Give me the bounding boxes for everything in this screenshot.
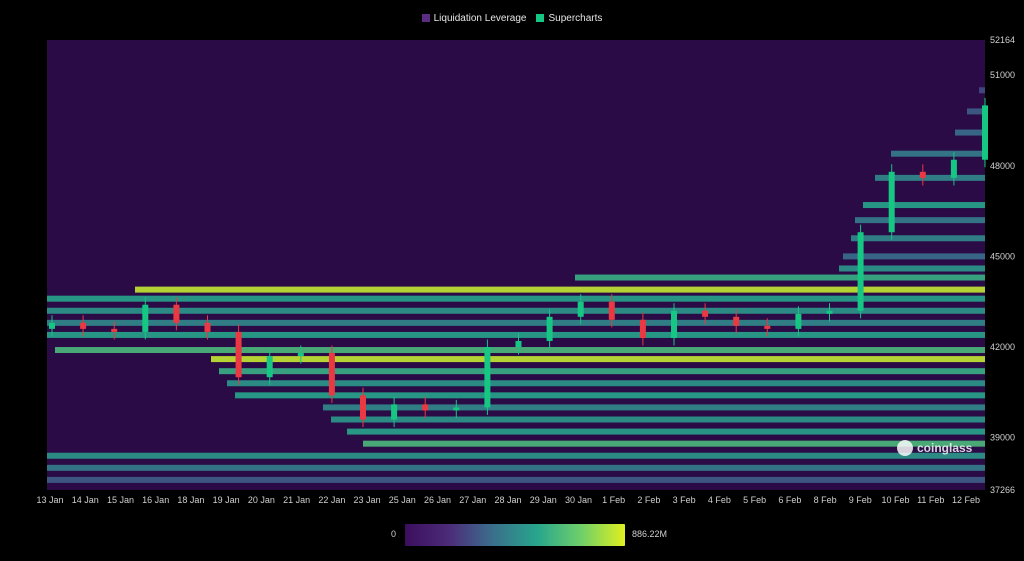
candle-body <box>515 340 522 348</box>
candle-body <box>950 159 957 178</box>
liquidation-band <box>47 464 985 471</box>
liquidation-band <box>211 356 985 363</box>
colorbar-max-label: 886.22M <box>632 529 668 539</box>
colorbar <box>405 524 625 546</box>
candle-body <box>360 395 366 420</box>
candle-body <box>80 322 87 329</box>
candle-body <box>328 353 335 396</box>
x-tick-label: 9 Feb <box>849 495 872 505</box>
x-tick-label: 2 Feb <box>637 495 660 505</box>
liquidation-band <box>363 440 985 447</box>
candle-body <box>733 316 740 326</box>
x-tick-label: 15 Jan <box>107 495 134 505</box>
candle-body <box>391 404 398 420</box>
y-tick-label: 45000 <box>990 251 1015 261</box>
candle-body <box>888 171 895 233</box>
x-tick-label: 23 Jan <box>354 495 381 505</box>
liquidation-band <box>47 307 985 314</box>
liquidation-band <box>55 347 985 354</box>
x-tick-label: 10 Feb <box>882 495 910 505</box>
x-tick-label: 1 Feb <box>602 495 625 505</box>
liquidation-band <box>47 452 985 459</box>
liquidation-heatmap-chart: 37266 39000 42000 45000 48000 51000 52164 13 J… <box>36 35 1015 505</box>
candle-body <box>919 171 926 178</box>
coinglass-logo-icon <box>897 440 913 456</box>
liquidation-band <box>331 416 985 423</box>
liquidation-band <box>843 253 985 260</box>
candle-body <box>546 316 553 341</box>
liquidation-band <box>47 319 985 326</box>
candle-body <box>204 322 211 332</box>
y-tick-label: 48000 <box>990 161 1015 171</box>
y-tick-label: 52164 <box>990 35 1015 45</box>
x-tick-label: 8 Feb <box>814 495 837 505</box>
coinglass-watermark: coinglass <box>897 440 972 456</box>
x-tick-label: 29 Jan <box>530 495 557 505</box>
candle-body <box>764 325 771 329</box>
x-tick-label: 4 Feb <box>708 495 731 505</box>
candle-body <box>235 331 242 378</box>
candle-body <box>982 105 988 160</box>
y-tick-label: 37266 <box>990 485 1015 495</box>
liquidation-band <box>851 235 985 242</box>
liquidation-band <box>47 295 985 302</box>
candle-body <box>142 304 149 332</box>
candle-body <box>49 322 55 329</box>
liquidation-band <box>235 392 985 399</box>
x-tick-label: 16 Jan <box>142 495 169 505</box>
candle-body <box>639 319 646 338</box>
x-tick-label: 18 Jan <box>177 495 204 505</box>
x-tick-label: 30 Jan <box>565 495 592 505</box>
liquidation-band <box>955 129 985 136</box>
liquidation-band <box>891 150 985 157</box>
candle-body <box>795 313 802 329</box>
x-tick-label: 26 Jan <box>424 495 451 505</box>
x-axis-ticks: 13 Jan 14 Jan 15 Jan 16 Jan 18 Jan 19 Jan 20 J… <box>36 495 980 505</box>
liquidation-band <box>347 428 985 435</box>
candle-body <box>297 353 304 357</box>
x-tick-label: 14 Jan <box>72 495 99 505</box>
x-tick-label: 25 Jan <box>389 495 416 505</box>
candle-body <box>577 301 584 317</box>
x-tick-label: 21 Jan <box>283 495 310 505</box>
candle-body <box>671 310 677 338</box>
y-tick-label: 39000 <box>990 433 1015 443</box>
liquidation-band <box>227 380 985 387</box>
candle-body <box>111 328 118 332</box>
x-tick-label: 11 Feb <box>917 495 944 505</box>
x-tick-label: 6 Feb <box>778 495 801 505</box>
candle-body <box>173 304 180 323</box>
liquidation-band <box>47 331 985 338</box>
x-tick-label: 13 Jan <box>36 495 63 505</box>
candle-body <box>453 407 460 411</box>
candle-body <box>422 404 429 411</box>
liquidation-band <box>855 217 985 224</box>
candle-body <box>608 301 615 320</box>
liquidation-band <box>863 202 985 209</box>
candle-body <box>484 347 491 408</box>
x-tick-label: 5 Feb <box>743 495 766 505</box>
x-tick-label: 19 Jan <box>213 495 240 505</box>
x-tick-label: 3 Feb <box>673 495 696 505</box>
liquidation-band <box>979 87 985 94</box>
y-tick-label: 42000 <box>990 342 1015 352</box>
x-tick-label: 12 Feb <box>952 495 980 505</box>
x-tick-label: 22 Jan <box>318 495 345 505</box>
watermark-text: coinglass <box>917 441 973 455</box>
y-axis-ticks: 37266 39000 42000 45000 48000 51000 52164 <box>990 35 1015 495</box>
liquidation-band <box>47 476 985 483</box>
liquidation-band <box>135 286 985 293</box>
liquidation-band <box>575 274 985 281</box>
y-tick-label: 51000 <box>990 70 1015 80</box>
candle-body <box>702 310 709 317</box>
candle-body <box>857 232 864 311</box>
candle-body <box>266 356 273 378</box>
x-tick-label: 28 Jan <box>494 495 521 505</box>
candle-body <box>826 310 833 314</box>
x-tick-label: 20 Jan <box>248 495 275 505</box>
colorbar-min-label: 0 <box>391 529 397 539</box>
x-tick-label: 27 Jan <box>459 495 486 505</box>
